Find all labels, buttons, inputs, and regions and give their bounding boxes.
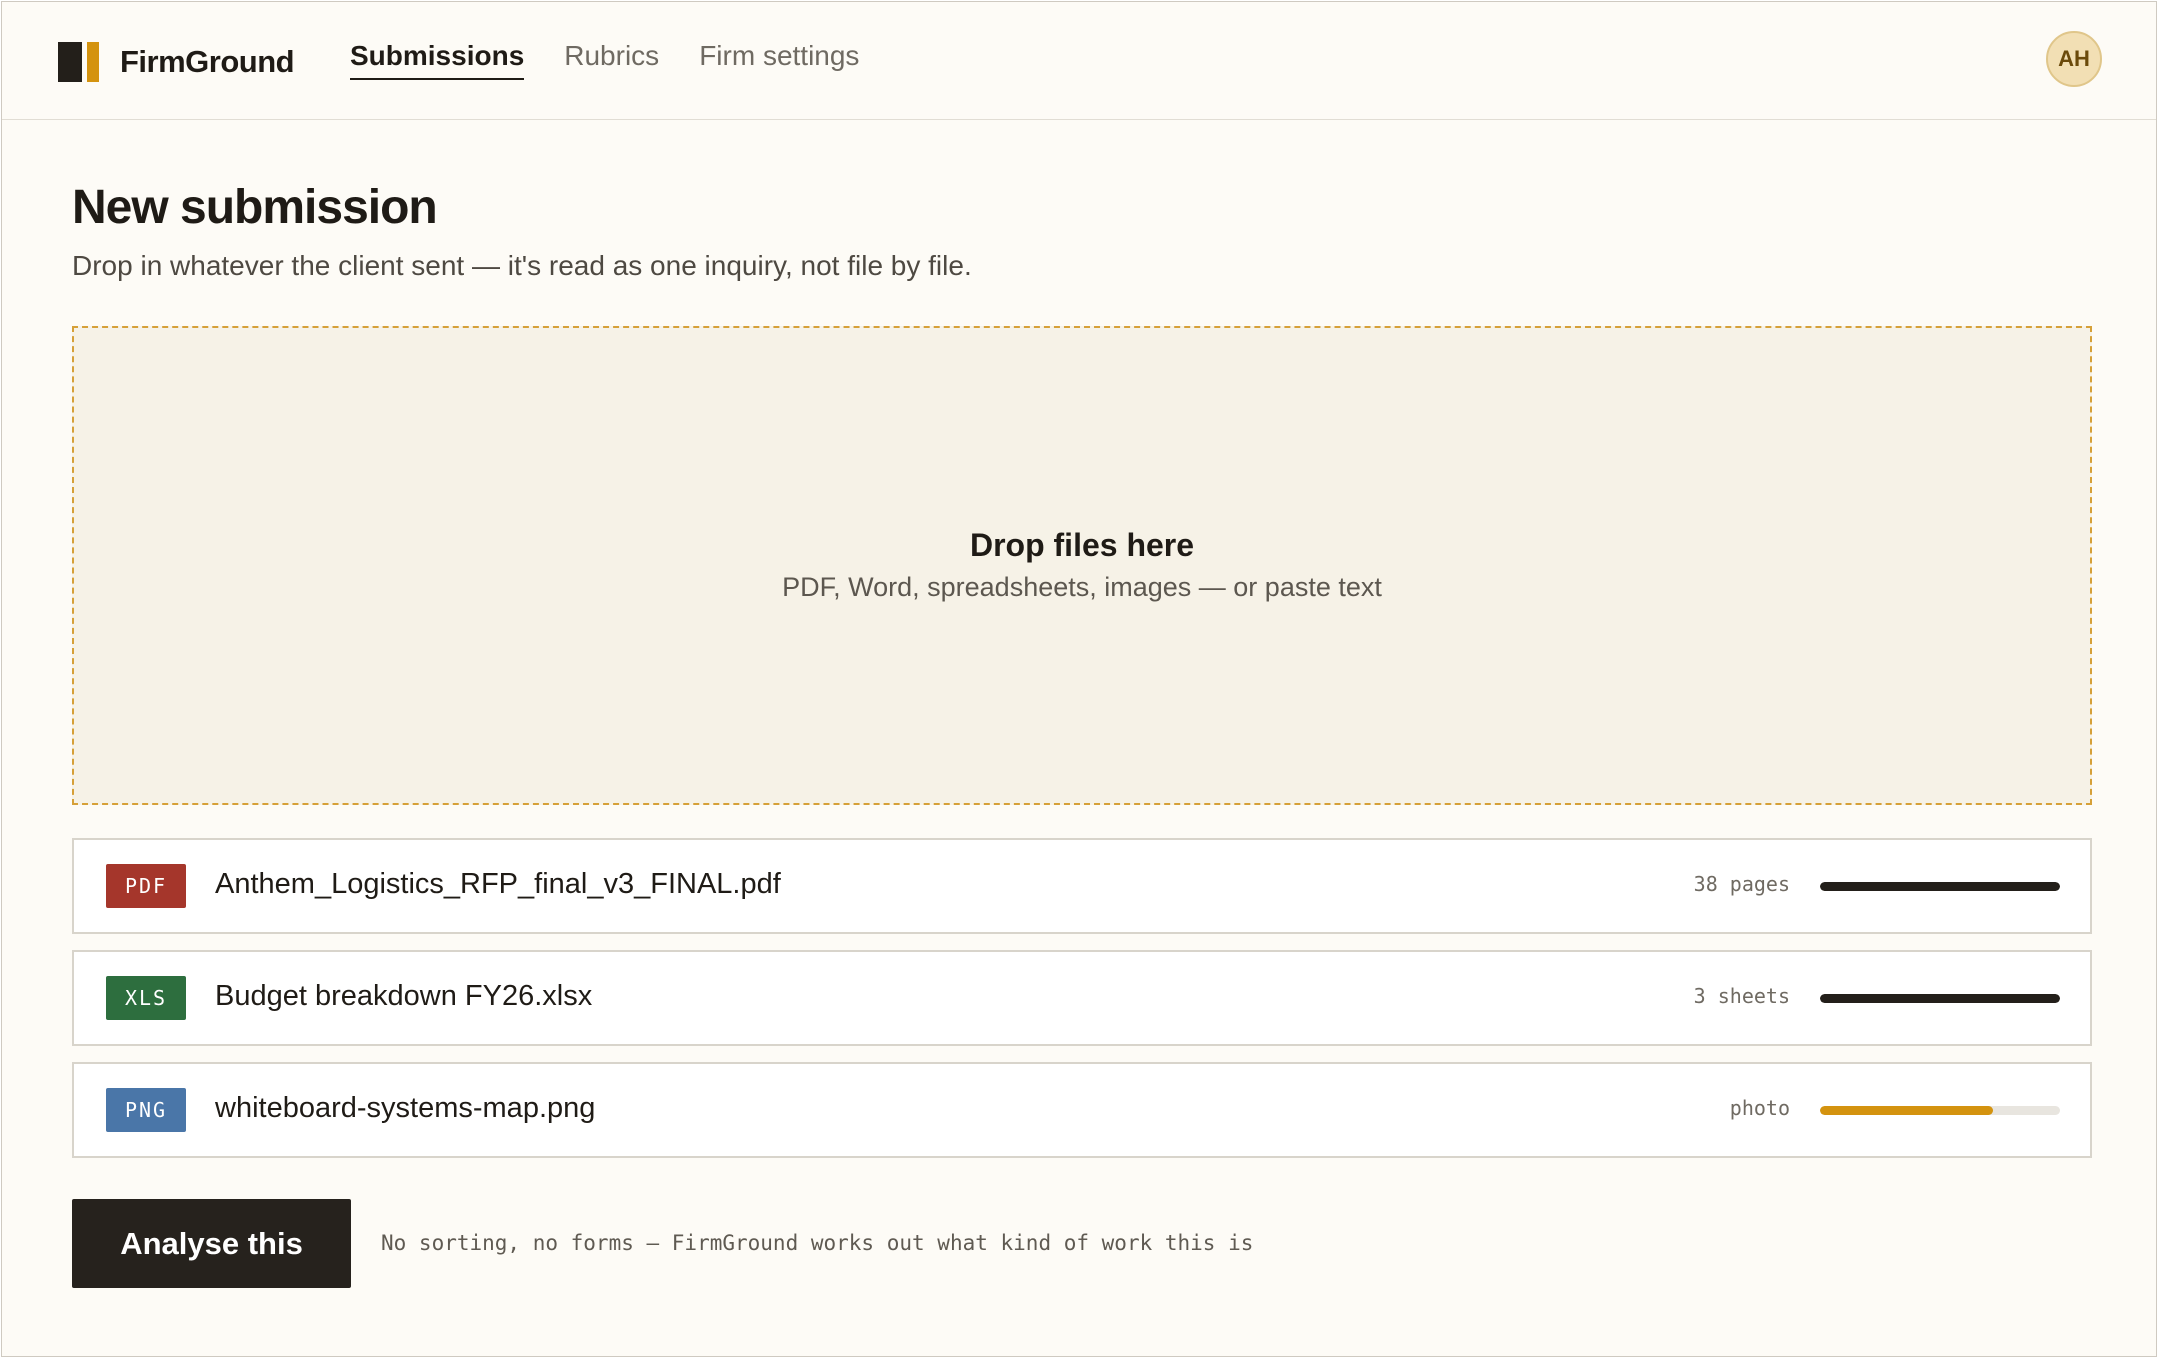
- top-bar: FirmGround Submissions Rubrics Firm sett…: [2, 2, 2156, 120]
- page-title: New submission: [72, 181, 438, 234]
- user-avatar[interactable]: AH: [2046, 31, 2102, 87]
- nav-item-firm-settings[interactable]: Firm settings: [699, 40, 859, 80]
- upload-progress-bar: [1820, 994, 2060, 1003]
- upload-progress-bar: [1820, 1106, 2060, 1115]
- file-meta: photo: [1729, 1096, 1790, 1120]
- file-dropzone[interactable]: Drop files here PDF, Word, spreadsheets,…: [72, 326, 2092, 805]
- brand-name: FirmGround: [120, 44, 295, 79]
- file-name: Anthem_Logistics_RFP_final_v3_FINAL.pdf: [215, 868, 781, 900]
- pdf-file-type-badge: PDF: [106, 864, 186, 908]
- file-row[interactable]: XLS Budget breakdown FY26.xlsx 3 sheets: [72, 950, 2092, 1046]
- analyse-button[interactable]: Analyse this: [72, 1199, 351, 1288]
- firmground-logo-icon: [58, 42, 100, 82]
- file-meta: 38 pages: [1693, 872, 1790, 896]
- xls-file-type-badge: XLS: [106, 976, 186, 1020]
- dropzone-hint: PDF, Word, spreadsheets, images — or pas…: [782, 572, 1382, 602]
- upload-progress-fill: [1820, 1106, 1993, 1115]
- file-meta: 3 sheets: [1693, 984, 1790, 1008]
- file-name: whiteboard-systems-map.png: [215, 1092, 596, 1124]
- app-window: FirmGround Submissions Rubrics Firm sett…: [1, 1, 2157, 1357]
- upload-progress-fill: [1820, 994, 2060, 1003]
- file-row[interactable]: PDF Anthem_Logistics_RFP_final_v3_FINAL.…: [72, 838, 2092, 934]
- brand[interactable]: FirmGround: [58, 42, 295, 82]
- file-list: PDF Anthem_Logistics_RFP_final_v3_FINAL.…: [72, 838, 2092, 1174]
- file-name: Budget breakdown FY26.xlsx: [215, 980, 593, 1012]
- upload-progress-bar: [1820, 882, 2060, 891]
- file-row[interactable]: PNG whiteboard-systems-map.png photo: [72, 1062, 2092, 1158]
- main-nav: Submissions Rubrics Firm settings: [350, 40, 859, 80]
- dropzone-title: Drop files here: [969, 527, 1195, 563]
- nav-item-rubrics[interactable]: Rubrics: [564, 40, 659, 80]
- analyse-note: No sorting, no forms — FirmGround works …: [381, 1231, 1254, 1255]
- upload-progress-fill: [1820, 882, 2060, 891]
- png-file-type-badge: PNG: [106, 1088, 186, 1132]
- nav-item-submissions[interactable]: Submissions: [350, 40, 525, 80]
- page-subtitle: Drop in whatever the client sent — it's …: [72, 250, 972, 281]
